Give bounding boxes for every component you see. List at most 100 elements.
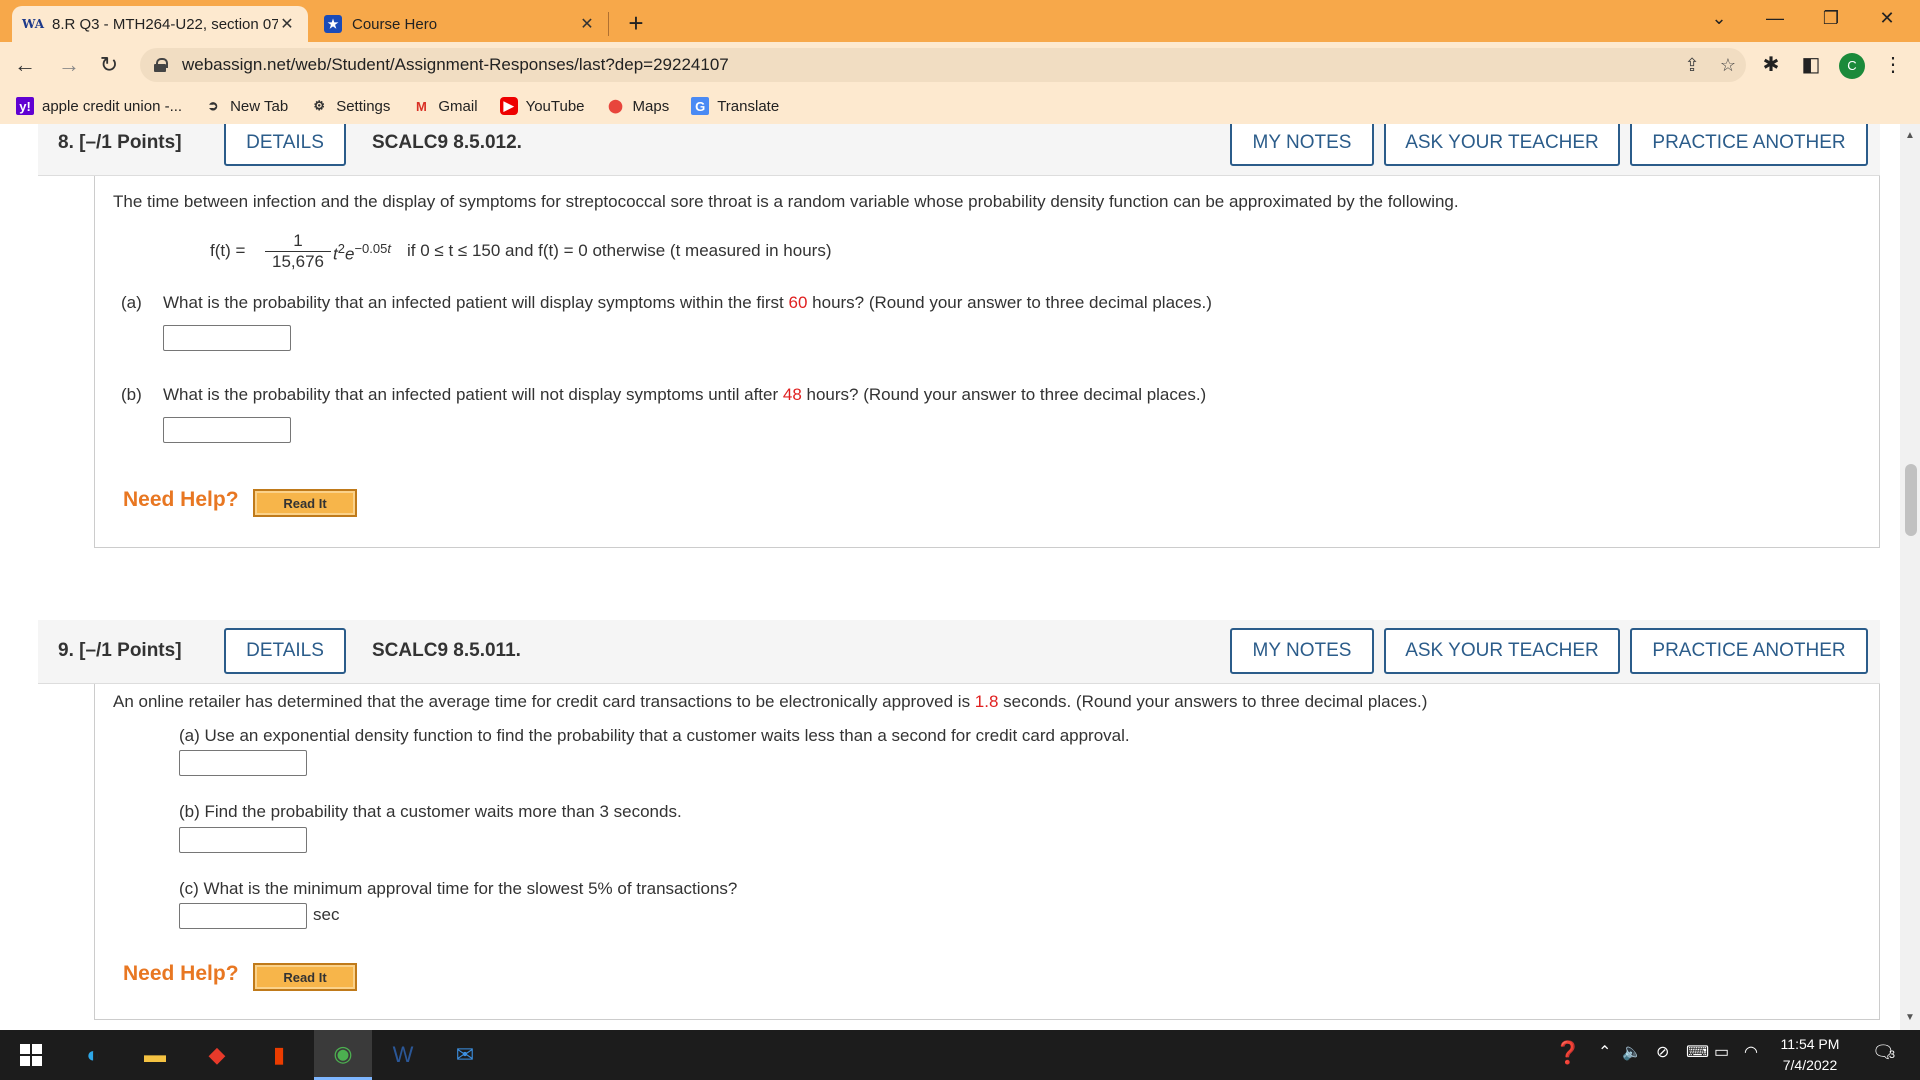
maps-icon: ⬤	[608, 98, 623, 113]
part-b-question: (b) Find the probability that a customer…	[179, 802, 682, 821]
edge-icon[interactable]: ◐	[76, 1039, 110, 1071]
wifi-icon[interactable]: ◠	[1744, 1042, 1758, 1062]
extensions-icon[interactable]: ✱	[1756, 52, 1786, 77]
formula-exponential: t2e−0.05t	[333, 241, 391, 264]
url-text[interactable]: webassign.net/web/Student/Assignment-Res…	[182, 55, 1674, 75]
course-hero-icon: ★	[324, 15, 342, 33]
menu-icon[interactable]: ⋮	[1878, 52, 1908, 77]
need-help-label: Need Help?	[123, 962, 239, 985]
word-icon[interactable]: W	[386, 1039, 420, 1071]
ask-teacher-button[interactable]: ASK YOUR TEACHER	[1384, 124, 1620, 166]
bookmark-maps[interactable]: ⬤ Maps	[607, 97, 670, 115]
question-9-header: 9. [–/1 Points] DETAILS SCALC9 8.5.011. …	[38, 620, 1880, 684]
tab-divider	[608, 12, 609, 36]
clock-date: 7/4/2022	[1782, 1057, 1838, 1073]
lock-icon[interactable]	[154, 58, 168, 72]
chrome-icon[interactable]: ◉	[314, 1030, 372, 1080]
answer-input-a[interactable]	[163, 325, 291, 351]
windows-taskbar: ◐ ▬ ◆ ▮ ◉ W ✉ ❓ ⌃ 🔈 ⊘ ⌨ ▭ ◠ 11:54 PM 7/4…	[0, 1030, 1920, 1080]
bookmark-youtube[interactable]: ▶ YouTube	[499, 97, 585, 115]
bookmark-apple-credit-union[interactable]: y! apple credit union -...	[16, 97, 182, 115]
address-bar[interactable]: webassign.net/web/Student/Assignment-Res…	[140, 48, 1746, 82]
battery-icon[interactable]: ▭	[1714, 1042, 1729, 1062]
restore-button[interactable]: ❐	[1808, 8, 1854, 29]
tab-bar: WA 8.R Q3 - MTH264-U22, section 07 ✕ ★ C…	[0, 0, 1920, 42]
question-9-body: An online retailer has determined that t…	[94, 684, 1880, 1020]
question-number: 8. [–/1 Points]	[58, 132, 182, 153]
answer-input-b[interactable]	[179, 827, 307, 853]
formula-lhs: f(t) =	[210, 241, 246, 260]
bookmark-label: New Tab	[230, 97, 289, 115]
ask-teacher-button[interactable]: ASK YOUR TEACHER	[1384, 628, 1620, 674]
part-b-label: (b)	[121, 385, 142, 404]
bookmark-label: Settings	[336, 97, 391, 115]
profile-avatar[interactable]: C	[1839, 53, 1865, 79]
back-button[interactable]: ←	[10, 50, 40, 80]
webassign-page: 8. [–/1 Points] DETAILS SCALC9 8.5.012. …	[0, 124, 1900, 1030]
answer-input-c[interactable]	[179, 903, 307, 929]
question-code: SCALC9 8.5.011.	[372, 640, 521, 661]
new-tab-icon: ➲	[207, 98, 219, 113]
fraction-numerator: 1	[265, 231, 331, 252]
question-number: 9. [–/1 Points]	[58, 640, 182, 661]
part-a-question: What is the probability that an infected…	[163, 293, 1212, 312]
system-clock[interactable]: 11:54 PM 7/4/2022	[1762, 1034, 1858, 1076]
file-explorer-icon[interactable]: ▬	[138, 1039, 172, 1071]
my-notes-button[interactable]: MY NOTES	[1230, 124, 1374, 166]
volume-icon[interactable]: 🔈	[1622, 1042, 1642, 1062]
side-panel-icon[interactable]: ◧	[1796, 52, 1826, 77]
formula-condition: if 0 ≤ t ≤ 150 and f(t) = 0 otherwise (t…	[407, 241, 832, 260]
practice-another-button[interactable]: PRACTICE ANOTHER	[1630, 124, 1868, 166]
read-it-button[interactable]: Read It	[253, 489, 357, 517]
practice-another-button[interactable]: PRACTICE ANOTHER	[1630, 628, 1868, 674]
new-tab-button[interactable]: +	[622, 8, 650, 39]
bookmark-gmail[interactable]: M Gmail	[412, 97, 478, 115]
app-diamond-icon[interactable]: ◆	[200, 1039, 234, 1071]
part-a-question: (a) Use an exponential density function …	[179, 726, 1130, 745]
answer-input-b[interactable]	[163, 417, 291, 443]
answer-input-a[interactable]	[179, 750, 307, 776]
network-off-icon[interactable]: ⊘	[1656, 1042, 1669, 1062]
forward-button[interactable]: →	[54, 50, 84, 80]
tab-search-icon[interactable]: ⌄	[1696, 8, 1742, 29]
tab-webassign[interactable]: WA 8.R Q3 - MTH264-U22, section 07 ✕	[12, 6, 308, 42]
windows-start-icon[interactable]	[14, 1039, 48, 1071]
close-tab-icon[interactable]: ✕	[578, 14, 596, 34]
keyboard-icon[interactable]: ⌨	[1686, 1042, 1709, 1062]
details-button[interactable]: DETAILS	[224, 628, 346, 674]
details-button[interactable]: DETAILS	[224, 124, 346, 166]
unit-label: sec	[313, 905, 340, 924]
bookmark-translate[interactable]: G Translate	[691, 97, 779, 115]
fraction-denominator: 15,676	[272, 252, 324, 271]
notifications-icon[interactable]: 🗨3	[1872, 1042, 1895, 1063]
my-notes-button[interactable]: MY NOTES	[1230, 628, 1374, 674]
gear-icon: ⚙	[313, 98, 326, 113]
page-scrollbar[interactable]: ▲ ▼	[1900, 124, 1920, 1030]
need-help-label: Need Help?	[123, 488, 239, 511]
scrollbar-thumb[interactable]	[1905, 464, 1917, 536]
share-icon[interactable]: ⇪	[1674, 55, 1710, 76]
scroll-up-arrow[interactable]: ▲	[1900, 130, 1920, 146]
part-b-question: What is the probability that an infected…	[163, 385, 1207, 404]
read-it-button[interactable]: Read It	[253, 963, 357, 991]
clock-time: 11:54 PM	[1780, 1036, 1840, 1052]
youtube-icon: ▶	[499, 97, 518, 115]
tab-course-hero[interactable]: ★ Course Hero ✕	[312, 6, 608, 42]
office-icon[interactable]: ▮	[262, 1039, 296, 1071]
mail-icon[interactable]: ✉	[448, 1039, 482, 1071]
bookmark-label: apple credit union -...	[42, 97, 183, 115]
help-icon[interactable]: ❓	[1554, 1040, 1581, 1066]
scroll-down-arrow[interactable]: ▼	[1900, 1012, 1920, 1028]
question-8-body: The time between infection and the displ…	[94, 176, 1880, 548]
notification-count: 3	[1888, 1049, 1895, 1061]
tab-title: 8.R Q3 - MTH264-U22, section 07	[52, 15, 278, 33]
bookmark-star-icon[interactable]: ☆	[1710, 55, 1746, 76]
reload-button[interactable]: ↻	[94, 50, 124, 80]
bookmark-new-tab[interactable]: ➲ New Tab	[204, 97, 289, 115]
close-window-button[interactable]: ✕	[1864, 8, 1910, 29]
bookmark-settings[interactable]: ⚙ Settings	[310, 97, 390, 115]
show-hidden-icons-chevron[interactable]: ⌃	[1598, 1042, 1611, 1062]
bookmark-label: Maps	[632, 97, 670, 115]
close-tab-icon[interactable]: ✕	[278, 14, 296, 34]
minimize-button[interactable]: —	[1752, 8, 1798, 29]
